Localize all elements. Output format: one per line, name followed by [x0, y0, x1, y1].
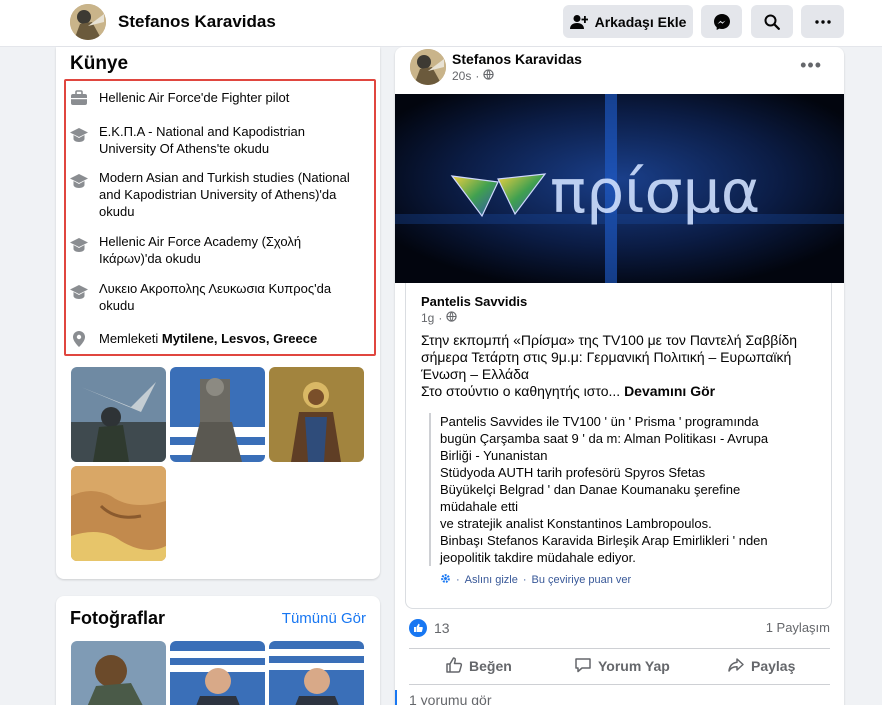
graduation-cap-icon [70, 173, 88, 191]
like-icon [445, 656, 463, 677]
translation-line: ve stratejik analist Konstantinos Lambro… [440, 516, 712, 531]
reactions-row: 13 1 Paylaşım [409, 618, 830, 640]
shared-text-line: Στο στούντιο ο καθηγητής ιστο... [421, 383, 621, 399]
more-icon [814, 19, 831, 24]
translation-line: Stüdyoda AUTH tarih profesörü Spyros Sfe… [440, 465, 706, 480]
intro-item-text: Hellenic Air Force Academy (Σχολή Ικάρων… [99, 234, 302, 266]
post-author-avatar[interactable] [410, 49, 446, 85]
featured-photo[interactable] [71, 367, 166, 462]
featured-photo[interactable] [269, 367, 364, 462]
post-time-text[interactable]: 20s [452, 69, 471, 83]
like-reaction-icon[interactable] [409, 619, 427, 637]
profile-name[interactable]: Stefanos Karavidas [118, 12, 276, 32]
gear-icon [440, 573, 451, 587]
divider [409, 684, 830, 685]
shared-post-author[interactable]: Pantelis Savvidis [421, 294, 527, 309]
messenger-button[interactable] [701, 5, 742, 38]
translation-line: jeopolitik takdire müdahale ediyor. [440, 550, 636, 565]
translation-line: müdahale etti [440, 499, 519, 514]
share-count[interactable]: 1 Paylaşım [766, 620, 830, 635]
comment-label: Yorum Yap [598, 658, 670, 674]
avatar[interactable] [70, 4, 106, 40]
globe-icon [446, 311, 458, 325]
featured-photo[interactable] [170, 367, 265, 462]
translation-line: bugün Çarşamba saat 9 ' da m: Alman Poli… [440, 431, 769, 446]
share-icon [727, 656, 745, 677]
shared-link-image[interactable]: πρίσμα [395, 94, 844, 283]
photo-thumbnail[interactable] [71, 641, 166, 705]
separator: · [456, 574, 460, 586]
translation-block: Pantelis Savvides ile TV100 ' ün ' Prism… [429, 413, 809, 566]
image-logo-text: πρίσμα [550, 157, 760, 227]
messenger-icon [713, 13, 731, 31]
briefcase-icon [70, 89, 88, 107]
comment-button[interactable]: Yorum Yap [574, 652, 670, 680]
separator: · [475, 69, 480, 83]
hometown-value[interactable]: Mytilene, Lesvos, Greece [162, 331, 317, 346]
rate-translation-link[interactable]: Bu çeviriye puan ver [532, 574, 632, 586]
photos-title: Fotoğraflar [70, 608, 166, 628]
see-all-photos-link[interactable]: Tümünü Gör [282, 610, 366, 627]
hide-original-link[interactable]: Aslını gizle [465, 574, 518, 586]
add-friend-label: Arkadaşı Ekle [594, 13, 687, 30]
translation-line: Pantelis Savvides ile TV100 ' ün ' Prism… [440, 414, 759, 429]
intro-item-text: Ε.Κ.Π.Α - National and Kapodistrian Univ… [99, 124, 305, 156]
like-button[interactable]: Beğen [445, 652, 512, 680]
graduation-cap-icon [70, 284, 88, 302]
reaction-count[interactable]: 13 [434, 620, 450, 636]
translation-line: Binbaşı Stefanos Karavida Birleşik Arap … [440, 533, 768, 548]
post-timestamp: 20s · [452, 69, 495, 83]
post-card: Stefanos Karavidas 20s · ••• πρίσμα Pant… [395, 47, 844, 705]
search-button[interactable] [751, 5, 793, 38]
photo-thumbnail[interactable] [170, 641, 265, 705]
shared-text-line: Στην εκπομπή «Πρίσμα» της TV100 με τον Π… [421, 332, 798, 382]
share-button[interactable]: Paylaş [727, 652, 795, 680]
location-pin-icon [70, 330, 88, 348]
translation-line: Büyükelçi Belgrad ' dan Danae Koumanaku … [440, 482, 741, 497]
graduation-cap-icon [70, 127, 88, 145]
add-friend-icon [569, 14, 588, 30]
post-author-name[interactable]: Stefanos Karavidas [452, 51, 582, 67]
post-more-button[interactable]: ••• [800, 55, 822, 76]
search-icon [764, 14, 780, 30]
featured-photo[interactable] [71, 466, 166, 561]
view-comments-link[interactable]: 1 yorumu gör [409, 692, 491, 705]
shared-post: Pantelis Savvidis 1g · Στην εκπομπή «Πρί… [405, 283, 832, 609]
profile-header-bar: Stefanos Karavidas Arkadaşı Ekle [0, 0, 882, 47]
add-friend-button[interactable]: Arkadaşı Ekle [563, 5, 693, 38]
comment-icon [574, 656, 592, 677]
intro-title: Künye [70, 53, 129, 74]
divider [409, 648, 830, 649]
intro-item-text: Modern Asian and Turkish studies (Nation… [99, 170, 350, 219]
translation-footer: · Aslını gizle · Bu çeviriye puan ver [440, 573, 631, 587]
globe-icon [483, 69, 495, 83]
separator: · [438, 311, 443, 325]
share-label: Paylaş [751, 658, 796, 674]
shared-post-text: Στην εκπομπή «Πρίσμα» της TV100 με τον Π… [421, 332, 826, 400]
translation-line: Birliği - Yunanistan [440, 448, 548, 463]
photos-card: Fotoğraflar Tümünü Gör [56, 596, 380, 705]
like-label: Beğen [469, 658, 512, 674]
see-more-link[interactable]: Devamını Gör [624, 383, 715, 399]
intro-card: Künye Hellenic Air Force'de Fighter pilo… [56, 47, 380, 579]
separator: · [522, 574, 527, 586]
focus-indicator [395, 690, 397, 705]
intro-item-text: Λυκειο Ακροπολης Λευκωσια Κυπρος'da okud… [99, 281, 332, 313]
hometown-label: Memleketi [99, 331, 159, 346]
more-options-button[interactable] [801, 5, 844, 38]
shared-time-text[interactable]: 1g [421, 311, 434, 325]
shared-post-timestamp: 1g · [421, 311, 458, 325]
graduation-cap-icon [70, 237, 88, 255]
photo-thumbnail[interactable] [269, 641, 364, 705]
intro-item-text: Hellenic Air Force'de Fighter pilot [99, 90, 290, 105]
